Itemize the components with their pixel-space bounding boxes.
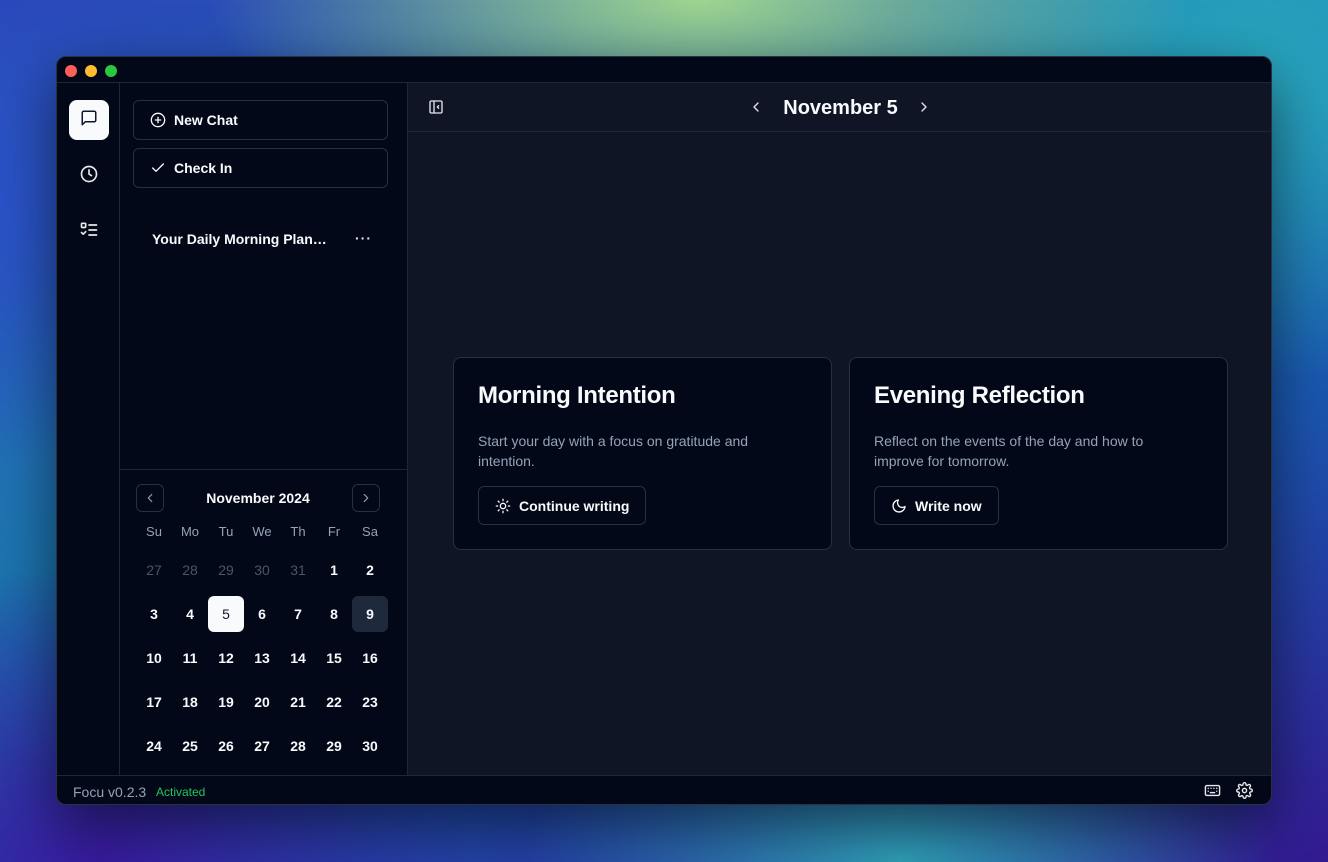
calendar-day[interactable]: 10	[136, 640, 172, 676]
chat-icon	[80, 109, 98, 132]
plus-circle-icon	[150, 112, 166, 128]
calendar-day[interactable]: 13	[244, 640, 280, 676]
more-options-icon[interactable]: ···	[355, 230, 372, 246]
calendar-day[interactable]: 21	[280, 684, 316, 720]
current-date-title: November 5	[783, 97, 898, 119]
minimize-window-button[interactable]	[85, 65, 97, 77]
calendar-day[interactable]: 28	[172, 552, 208, 588]
new-chat-label: New Chat	[174, 112, 238, 128]
status-bar: Focu v0.2.3 Activated	[57, 775, 1271, 804]
next-day-button[interactable]	[916, 99, 932, 115]
calendar-day[interactable]: 27	[136, 552, 172, 588]
history-icon	[79, 164, 99, 189]
main-header: November 5	[408, 83, 1271, 132]
calendar-weekday-label: Tu	[218, 524, 234, 539]
zoom-window-button[interactable]	[105, 65, 117, 77]
calendar-day[interactable]: 28	[280, 728, 316, 764]
calendar-day[interactable]: 27	[244, 728, 280, 764]
calendar-day[interactable]: 14	[280, 640, 316, 676]
calendar: November 2024 Su Mo Tu We Th Fr Sa 27 28 29 30 31 1…	[120, 469, 408, 775]
calendar-day[interactable]: 4	[172, 596, 208, 632]
keyboard-icon	[1204, 782, 1221, 799]
calendar-week-row: 27 28 29 30 31 1 2	[136, 544, 388, 588]
calendar-weekday-label: Mo	[180, 524, 200, 539]
gear-icon	[1236, 782, 1253, 799]
calendar-day[interactable]: 19	[208, 684, 244, 720]
new-chat-button[interactable]: New Chat	[133, 100, 388, 140]
calendar-day[interactable]: 29	[316, 728, 352, 764]
calendar-week-row: 24 25 26 27 28 29 30	[136, 720, 388, 764]
calendar-next-month-button[interactable]	[352, 484, 380, 512]
chat-list-item[interactable]: Your Daily Morning Planning ···	[133, 221, 388, 257]
calendar-weekday-label: Th	[290, 524, 306, 539]
calendar-day[interactable]: 11	[172, 640, 208, 676]
calendar-day[interactable]: 22	[316, 684, 352, 720]
morning-intention-card: Morning Intention Start your day with a …	[453, 357, 832, 550]
calendar-day[interactable]: 1	[316, 552, 352, 588]
chat-item-title: Your Daily Morning Planning	[152, 231, 334, 247]
continue-writing-label: Continue writing	[519, 497, 630, 514]
chevron-right-icon	[916, 99, 932, 115]
check-in-label: Check In	[174, 160, 233, 176]
calendar-day[interactable]: 24	[136, 728, 172, 764]
calendar-weekday-label: Fr	[327, 524, 341, 539]
activation-status: Activated	[156, 785, 206, 799]
calendar-day-selected[interactable]: 5	[208, 596, 244, 632]
calendar-day[interactable]: 30	[244, 552, 280, 588]
calendar-day-today[interactable]: 9	[352, 596, 388, 632]
card-title: Morning Intention	[478, 382, 676, 409]
calendar-week-row: 17 18 19 20 21 22 23	[136, 676, 388, 720]
calendar-day[interactable]: 12	[208, 640, 244, 676]
calendar-day[interactable]: 3	[136, 596, 172, 632]
main-panel: November 5 Morning Intention Start your …	[408, 83, 1271, 775]
sidebar: New Chat Check In Your Daily Morning Pla…	[120, 83, 408, 775]
calendar-day[interactable]: 31	[280, 552, 316, 588]
chevron-right-icon	[359, 491, 373, 505]
rail-chat-button[interactable]	[69, 100, 109, 140]
calendar-day[interactable]: 17	[136, 684, 172, 720]
card-description: Start your day with a focus on gratitude…	[478, 433, 749, 469]
calendar-day[interactable]: 30	[352, 728, 388, 764]
calendar-day[interactable]: 25	[172, 728, 208, 764]
card-description: Reflect on the events of the day and how…	[874, 433, 1144, 469]
sun-icon	[495, 498, 511, 514]
title-bar	[57, 57, 1271, 83]
calendar-day[interactable]: 16	[352, 640, 388, 676]
calendar-day[interactable]: 2	[352, 552, 388, 588]
write-now-button[interactable]: Write now	[874, 486, 999, 525]
calendar-day[interactable]: 23	[352, 684, 388, 720]
check-icon	[150, 160, 166, 176]
calendar-weekday-label: We	[252, 524, 272, 539]
calendar-weekday-label: Su	[146, 524, 162, 539]
moon-icon	[891, 498, 907, 514]
calendar-day[interactable]: 8	[316, 596, 352, 632]
keyboard-shortcuts-button[interactable]	[1204, 782, 1221, 799]
calendar-weekday-row: Su Mo Tu We Th Fr Sa	[136, 520, 388, 544]
calendar-day[interactable]: 15	[316, 640, 352, 676]
app-version: Focu v0.2.3	[73, 784, 147, 800]
rail-checklist-button[interactable]	[69, 212, 109, 252]
check-in-button[interactable]: Check In	[133, 148, 388, 188]
calendar-day[interactable]: 20	[244, 684, 280, 720]
calendar-week-row: 3456789	[136, 588, 388, 632]
calendar-day[interactable]: 6	[244, 596, 280, 632]
app-window: New Chat Check In Your Daily Morning Pla…	[56, 56, 1272, 805]
calendar-day[interactable]: 18	[172, 684, 208, 720]
icon-rail	[57, 83, 120, 775]
card-title: Evening Reflection	[874, 382, 1085, 409]
close-window-button[interactable]	[65, 65, 77, 77]
calendar-weekday-label: Sa	[362, 524, 378, 539]
calendar-day[interactable]: 26	[208, 728, 244, 764]
evening-reflection-card: Evening Reflection Reflect on the events…	[849, 357, 1228, 550]
write-now-label: Write now	[915, 497, 982, 514]
calendar-week-row: 10 11 12 13 14 15 16	[136, 632, 388, 676]
settings-button[interactable]	[1236, 782, 1253, 799]
calendar-grid: Su Mo Tu We Th Fr Sa 27 28 29 30 31 1 2 3 4 5 6 7 8 9 10 11 12…	[136, 520, 388, 764]
calendar-day[interactable]: 29	[208, 552, 244, 588]
checklist-icon	[79, 220, 99, 245]
calendar-day[interactable]: 7	[280, 596, 316, 632]
rail-history-button[interactable]	[69, 156, 109, 196]
continue-writing-button[interactable]: Continue writing	[478, 486, 647, 525]
